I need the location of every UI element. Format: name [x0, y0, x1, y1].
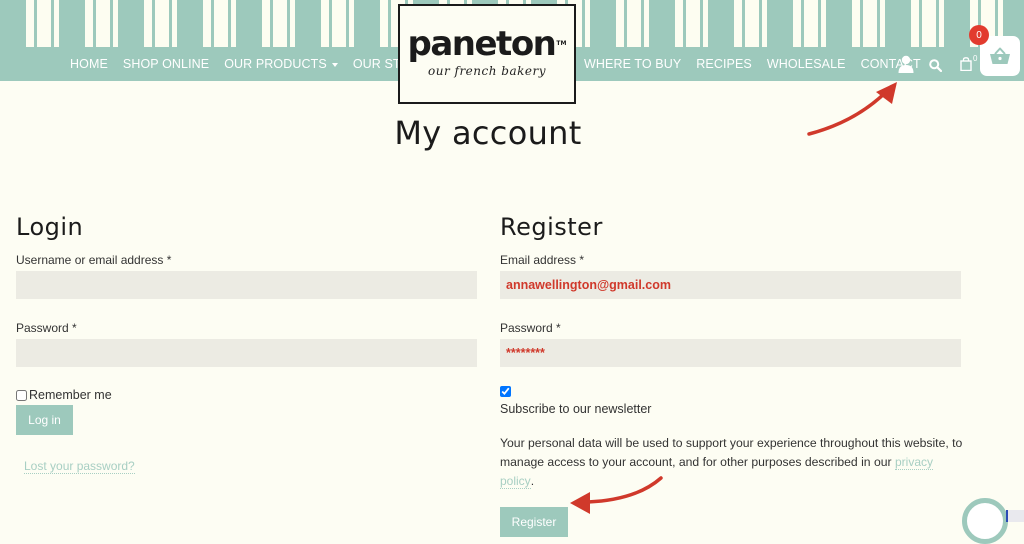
- brand-name: paneton: [407, 24, 557, 64]
- nav-our-products-label: OUR PRODUCTS: [224, 57, 327, 71]
- remember-me-row[interactable]: Remember me: [16, 388, 477, 402]
- cart-count-badge: 0: [969, 25, 989, 45]
- bag-count: 0: [973, 54, 978, 63]
- remember-me-label: Remember me: [29, 388, 112, 402]
- register-form: Register Email address * Password * Subs…: [500, 210, 962, 537]
- email-input[interactable]: [500, 271, 961, 299]
- login-password-label: Password *: [16, 321, 77, 335]
- brand-wordmark: panetonTM: [400, 26, 574, 62]
- username-input[interactable]: [16, 271, 477, 299]
- register-password-input[interactable]: [500, 339, 961, 367]
- site-logo[interactable]: panetonTM our french bakery: [398, 4, 576, 104]
- search-icon[interactable]: [929, 57, 943, 73]
- nav-where-to-buy[interactable]: WHERE TO BUY: [584, 57, 681, 71]
- page-title: My account: [394, 114, 582, 152]
- nav-our-products[interactable]: OUR PRODUCTS: [224, 57, 338, 71]
- main-nav-right: WHERE TO BUY RECIPES WHOLESALE CONTACT: [584, 55, 936, 73]
- brand-tagline: our french bakery: [428, 64, 546, 78]
- newsletter-checkbox[interactable]: [500, 386, 511, 397]
- username-label: Username or email address *: [16, 253, 172, 267]
- privacy-text-end: .: [530, 474, 535, 488]
- login-heading: Login: [16, 213, 84, 241]
- newsletter-label: Subscribe to our newsletter: [500, 402, 652, 416]
- nav-recipes[interactable]: RECIPES: [696, 57, 752, 71]
- login-button[interactable]: Log in: [16, 405, 73, 435]
- register-password-label: Password *: [500, 321, 561, 335]
- privacy-notice: Your personal data will be used to suppo…: [500, 434, 970, 491]
- register-heading: Register: [500, 213, 603, 241]
- user-icon[interactable]: [898, 55, 914, 73]
- login-password-input[interactable]: [16, 339, 477, 367]
- nav-wholesale[interactable]: WHOLESALE: [767, 57, 846, 71]
- remember-me-checkbox[interactable]: [16, 389, 27, 401]
- lost-password-link[interactable]: Lost your password?: [24, 459, 135, 474]
- basket-icon: [990, 47, 1010, 64]
- main-nav-left: HOME SHOP ONLINE OUR PRODUCTS OUR STORY: [70, 55, 443, 73]
- recaptcha-tab[interactable]: [1006, 510, 1024, 522]
- chevron-down-icon: [331, 62, 338, 67]
- privacy-text: Your personal data will be used to suppo…: [500, 436, 963, 469]
- recaptcha-badge[interactable]: [962, 498, 1008, 544]
- email-label: Email address *: [500, 253, 585, 267]
- nav-home[interactable]: HOME: [70, 57, 108, 71]
- shopping-bag-icon[interactable]: [960, 56, 972, 72]
- trademark: TM: [556, 40, 567, 47]
- nav-shop-online[interactable]: SHOP ONLINE: [123, 57, 209, 71]
- register-button[interactable]: Register: [500, 507, 568, 537]
- login-form: Login Username or email address * Passwo…: [16, 210, 477, 474]
